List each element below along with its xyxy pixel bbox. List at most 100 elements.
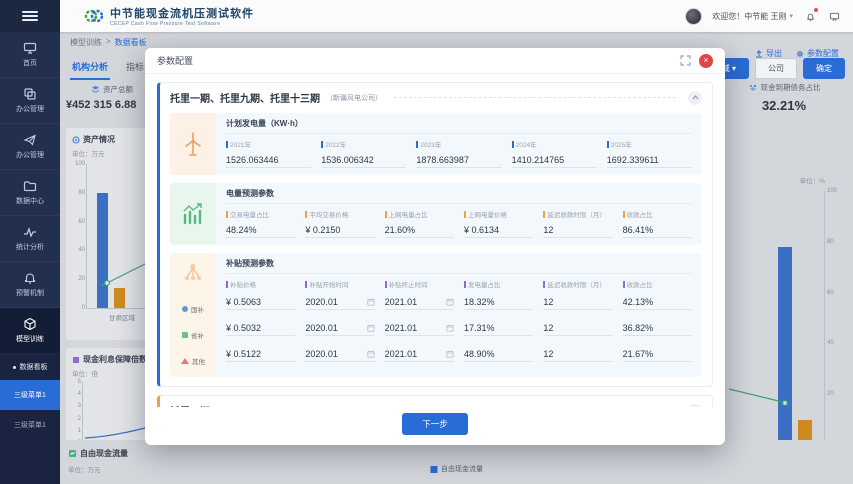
sidebar-item-office-2[interactable]: 办公管理 [0,124,60,170]
message-icon[interactable] [827,9,841,23]
provincial-collect-input[interactable]: 36.82% [623,318,692,336]
gear-icon [796,50,804,58]
legend-swatch [430,466,437,473]
wind-turbine-icon [181,131,205,157]
other-delay-input[interactable]: 12 [543,344,612,362]
sidebar-item-model-training[interactable]: 模型训练 [0,308,60,354]
national-end-date-input[interactable]: 2021.01 [385,292,454,310]
chart-marker-icon [72,136,80,144]
provincial-end-date-input[interactable]: 2021.01 [385,318,454,336]
sidebar-third-menu-1-selected[interactable]: 三级菜单1 [0,380,60,410]
next-step-button[interactable]: 下一步 [402,413,468,435]
y-tick: 40 [78,247,87,253]
sidebar-item-data-center[interactable]: 数据中心 [0,170,60,216]
calendar-icon[interactable] [446,350,454,358]
electricity-forecast-title: 电量预测参数 [226,188,692,204]
avg-trade-price-input[interactable]: ¥ 0.2150 [305,221,374,238]
debt-ratio-label: 现金到期债务占比 [761,82,821,93]
tab-org-analysis[interactable]: 机构分析 [70,56,110,80]
breadcrumb-parent[interactable]: 模型训练 [70,37,102,48]
sidebar-third-label: 三级菜单1 [14,390,46,400]
provincial-price-input[interactable]: ¥ 0.5032 [226,318,295,336]
sidebar-item-label: 统计分析 [16,242,44,252]
debt-icon [748,83,758,93]
y-tick: 80 [824,239,834,245]
section1-subtitle: （新疆风电公司） [326,93,382,103]
national-collect-input[interactable]: 42.13% [623,292,692,310]
calendar-icon[interactable] [446,298,454,306]
close-icon[interactable]: × [699,54,713,68]
collection-ratio-input[interactable]: 86.41% [623,221,692,238]
field-label: 平均交易价格 [309,209,348,219]
column-header: 补贴开始时间 [309,279,348,289]
sidebar-subitem-data-board[interactable]: 数据看板 [0,354,60,380]
subsidy-row-other: ¥ 0.5122 2020.01 2021.01 48.90% 12 21.67… [226,344,692,370]
fcf-unit: 单位：万元 [68,464,101,474]
confirm-button[interactable]: 确定 [803,58,845,79]
cube-icon [23,317,37,331]
sidebar-third-menu-2[interactable]: 三级菜单1 [0,410,60,440]
other-gen-ratio-input[interactable]: 48.90% [464,344,533,362]
trade-volume-ratio-input[interactable]: 48.24% [226,221,295,238]
gen-2025-input[interactable]: 1692.339611 [607,151,692,168]
grid-volume-ratio-input[interactable]: 21.60% [385,221,454,238]
collapse-section1-button[interactable] [688,91,702,105]
y-tick: 60 [824,290,834,296]
national-price-input[interactable]: ¥ 0.5063 [226,292,295,310]
grid-price-input[interactable]: ¥ 0.6134 [464,221,533,238]
app-title: 中节能现金流机压测试软件 [110,5,254,21]
calendar-icon[interactable] [446,324,454,332]
calendar-icon[interactable] [367,350,375,358]
asset-chart-title: 资产情况 [83,134,115,145]
gen-2023-input[interactable]: 1878.663987 [416,151,501,168]
provincial-gen-ratio-input[interactable]: 17.31% [464,318,533,336]
fcf-icon [68,449,77,458]
section1-title: 托里一期、托里九期、托里十三期 [170,90,320,105]
region-chart-panel: 单位：% 100 80 60 40 20 0 西南区域 [727,172,847,470]
avatar[interactable] [685,8,702,25]
field-label: 2021年 [230,139,251,149]
other-start-date-input[interactable]: 2020.01 [305,344,374,362]
asset-total-label: 资产总额 [103,84,133,95]
debt-ratio-card: 现金到期债务占比 32.21% [725,82,843,113]
national-delay-input[interactable]: 12 [543,292,612,310]
column-header: 延迟收款时限（月） [547,279,606,289]
region-chart-plot: 100 80 60 40 20 0 [729,191,825,446]
network-icon [181,261,205,283]
folder-icon [23,179,37,193]
column-header: 发电量占比 [468,279,501,289]
breadcrumb-separator: > [106,37,111,48]
sidebar-item-home[interactable]: 首页 [0,32,60,78]
sidebar: 首页 办公管理 办公管理 数据中心 统计分析 预警机制 模型训练 数据看板 三级… [0,32,60,484]
notification-bell-icon[interactable] [803,9,817,23]
user-menu[interactable]: 欢迎您！中节能 王刚 ▾ [712,11,793,22]
calendar-icon[interactable] [367,324,375,332]
top-bar: 中节能现金流机压测试软件 CECEP Cash Flow Pressure Te… [0,0,853,32]
gen-2021-input[interactable]: 1526.063446 [226,151,311,168]
company-button[interactable]: 公司 [755,58,797,79]
y-tick: 20 [824,391,834,397]
provincial-delay-input[interactable]: 12 [543,318,612,336]
breadcrumb-current[interactable]: 数据看板 [115,37,147,48]
sidebar-item-office-1[interactable]: 办公管理 [0,78,60,124]
field-label: 上网电量价格 [468,209,507,219]
other-subsidy-icon [181,358,189,364]
fcf-legend: 自由现金流量 [430,464,483,474]
electricity-forecast-card: 电量预测参数 交易电量占比 48.24% 平均交易价格 ¥ 0.2150 上网电… [170,183,702,245]
sidebar-item-alert[interactable]: 预警机制 [0,262,60,308]
other-collect-input[interactable]: 21.67% [623,344,692,362]
y-tick: 40 [824,340,834,346]
sidebar-item-statistics[interactable]: 统计分析 [0,216,60,262]
national-start-date-input[interactable]: 2020.01 [305,292,374,310]
delay-months-input[interactable]: 12 [543,221,612,238]
gen-2024-input[interactable]: 1410.214765 [512,151,597,168]
gen-2022-input[interactable]: 1536.006342 [321,151,406,168]
national-gen-ratio-input[interactable]: 18.32% [464,292,533,310]
other-end-date-input[interactable]: 2021.01 [385,344,454,362]
field-label: 延迟收款时限（月） [547,209,606,219]
menu-toggle-button[interactable] [0,0,60,32]
provincial-start-date-input[interactable]: 2020.01 [305,318,374,336]
calendar-icon[interactable] [367,298,375,306]
fullscreen-icon[interactable] [680,55,691,66]
other-price-input[interactable]: ¥ 0.5122 [226,344,295,362]
